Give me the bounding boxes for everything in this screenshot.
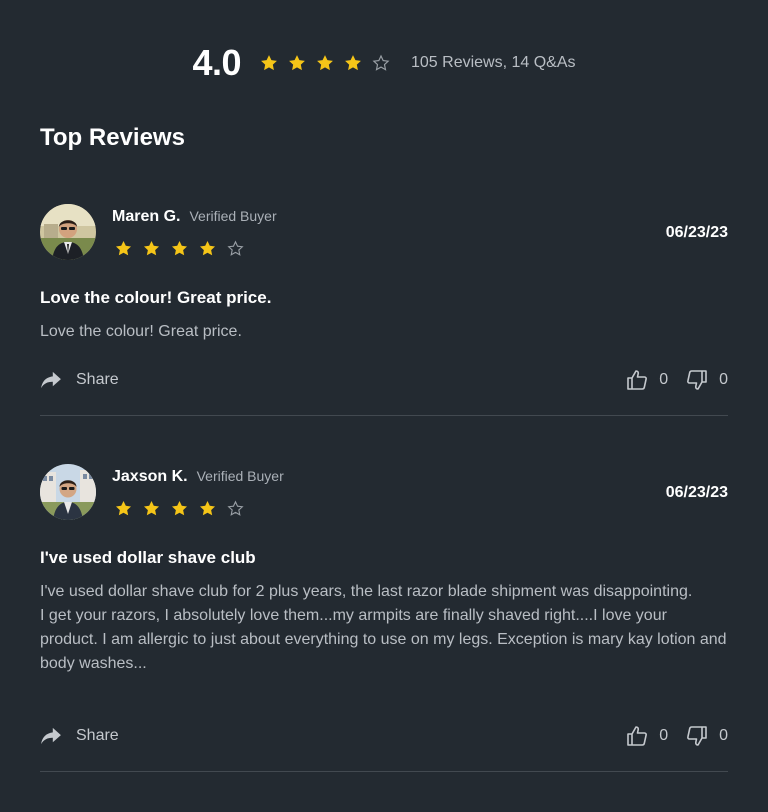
thumbs-up-icon: [625, 368, 649, 392]
review-actions: Share 0 0: [40, 722, 728, 750]
share-button[interactable]: Share: [40, 371, 119, 389]
helpfulness-votes: 0 0: [625, 368, 728, 392]
review-divider: [40, 771, 728, 772]
share-button[interactable]: Share: [40, 727, 119, 745]
review-body: I've used dollar shave club for 2 plus y…: [40, 580, 728, 676]
thumbs-down-button[interactable]: 0: [685, 724, 728, 748]
helpfulness-votes: 0 0: [625, 724, 728, 748]
star-filled-icon: [114, 239, 133, 258]
reviews-page: 4.0 105 Reviews, 14 Q&As Top Reviews Mar…: [0, 0, 768, 812]
verified-buyer-badge: Verified Buyer: [196, 468, 284, 484]
helpful-count: 0: [659, 727, 669, 744]
star-filled-icon: [259, 53, 279, 73]
reviewer-name: Maren G.: [112, 208, 181, 225]
share-label: Share: [76, 727, 119, 744]
star-filled-icon: [114, 499, 133, 518]
unhelpful-count: 0: [719, 727, 728, 744]
review-title: I've used dollar shave club: [40, 548, 256, 567]
review-count[interactable]: 105 Reviews, 14 Q&As: [411, 54, 576, 72]
share-label: Share: [76, 371, 119, 388]
star-empty-icon: [371, 53, 391, 73]
reviewer-name: Jaxson K.: [112, 468, 188, 485]
thumbs-down-icon: [685, 368, 709, 392]
review-divider: [40, 415, 728, 416]
thumbs-up-icon: [625, 724, 649, 748]
star-filled-icon: [315, 53, 335, 73]
thumbs-up-button[interactable]: 0: [625, 368, 668, 392]
avatar: [40, 464, 96, 520]
review-actions: Share 0 0: [40, 366, 728, 394]
share-icon: [40, 371, 62, 389]
star-empty-icon: [226, 239, 245, 258]
thumbs-up-button[interactable]: 0: [625, 724, 668, 748]
rating-summary: 4.0 105 Reviews, 14 Q&As: [0, 40, 768, 86]
review-star-rating: [114, 499, 254, 518]
review-title: Love the colour! Great price.: [40, 288, 272, 307]
average-rating: 4.0: [192, 42, 241, 83]
review-body: Love the colour! Great price.: [40, 320, 728, 344]
reviewer-info: Jaxson K. Verified Buyer: [112, 468, 284, 486]
review-card: Maren G. Verified Buyer 06/23/23 Love th…: [40, 204, 728, 416]
star-filled-icon: [343, 53, 363, 73]
review-body-paragraph: I've used dollar shave club for 2 plus y…: [40, 583, 693, 600]
thumbs-down-button[interactable]: 0: [685, 368, 728, 392]
verified-buyer-badge: Verified Buyer: [189, 208, 277, 224]
review-date: 06/23/23: [665, 224, 728, 241]
review-date: 06/23/23: [665, 484, 728, 501]
section-title: Top Reviews: [40, 124, 185, 151]
review-header: Maren G. Verified Buyer 06/23/23: [40, 204, 728, 264]
review-star-rating: [114, 239, 254, 258]
helpful-count: 0: [659, 371, 669, 388]
review-card: Jaxson K. Verified Buyer 06/23/23 I've u…: [40, 464, 728, 772]
star-filled-icon: [170, 499, 189, 518]
star-filled-icon: [287, 53, 307, 73]
share-icon: [40, 727, 62, 745]
review-body-paragraph: Love the colour! Great price.: [40, 323, 242, 340]
average-star-rating: [259, 53, 399, 73]
star-empty-icon: [226, 499, 245, 518]
review-header: Jaxson K. Verified Buyer 06/23/23: [40, 464, 728, 524]
thumbs-down-icon: [685, 724, 709, 748]
avatar: [40, 204, 96, 260]
reviewer-info: Maren G. Verified Buyer: [112, 208, 277, 226]
star-filled-icon: [142, 239, 161, 258]
star-filled-icon: [198, 239, 217, 258]
star-filled-icon: [198, 499, 217, 518]
review-body-paragraph: I get your razors, I absolutely love the…: [40, 607, 727, 672]
unhelpful-count: 0: [719, 371, 728, 388]
star-filled-icon: [142, 499, 161, 518]
star-filled-icon: [170, 239, 189, 258]
